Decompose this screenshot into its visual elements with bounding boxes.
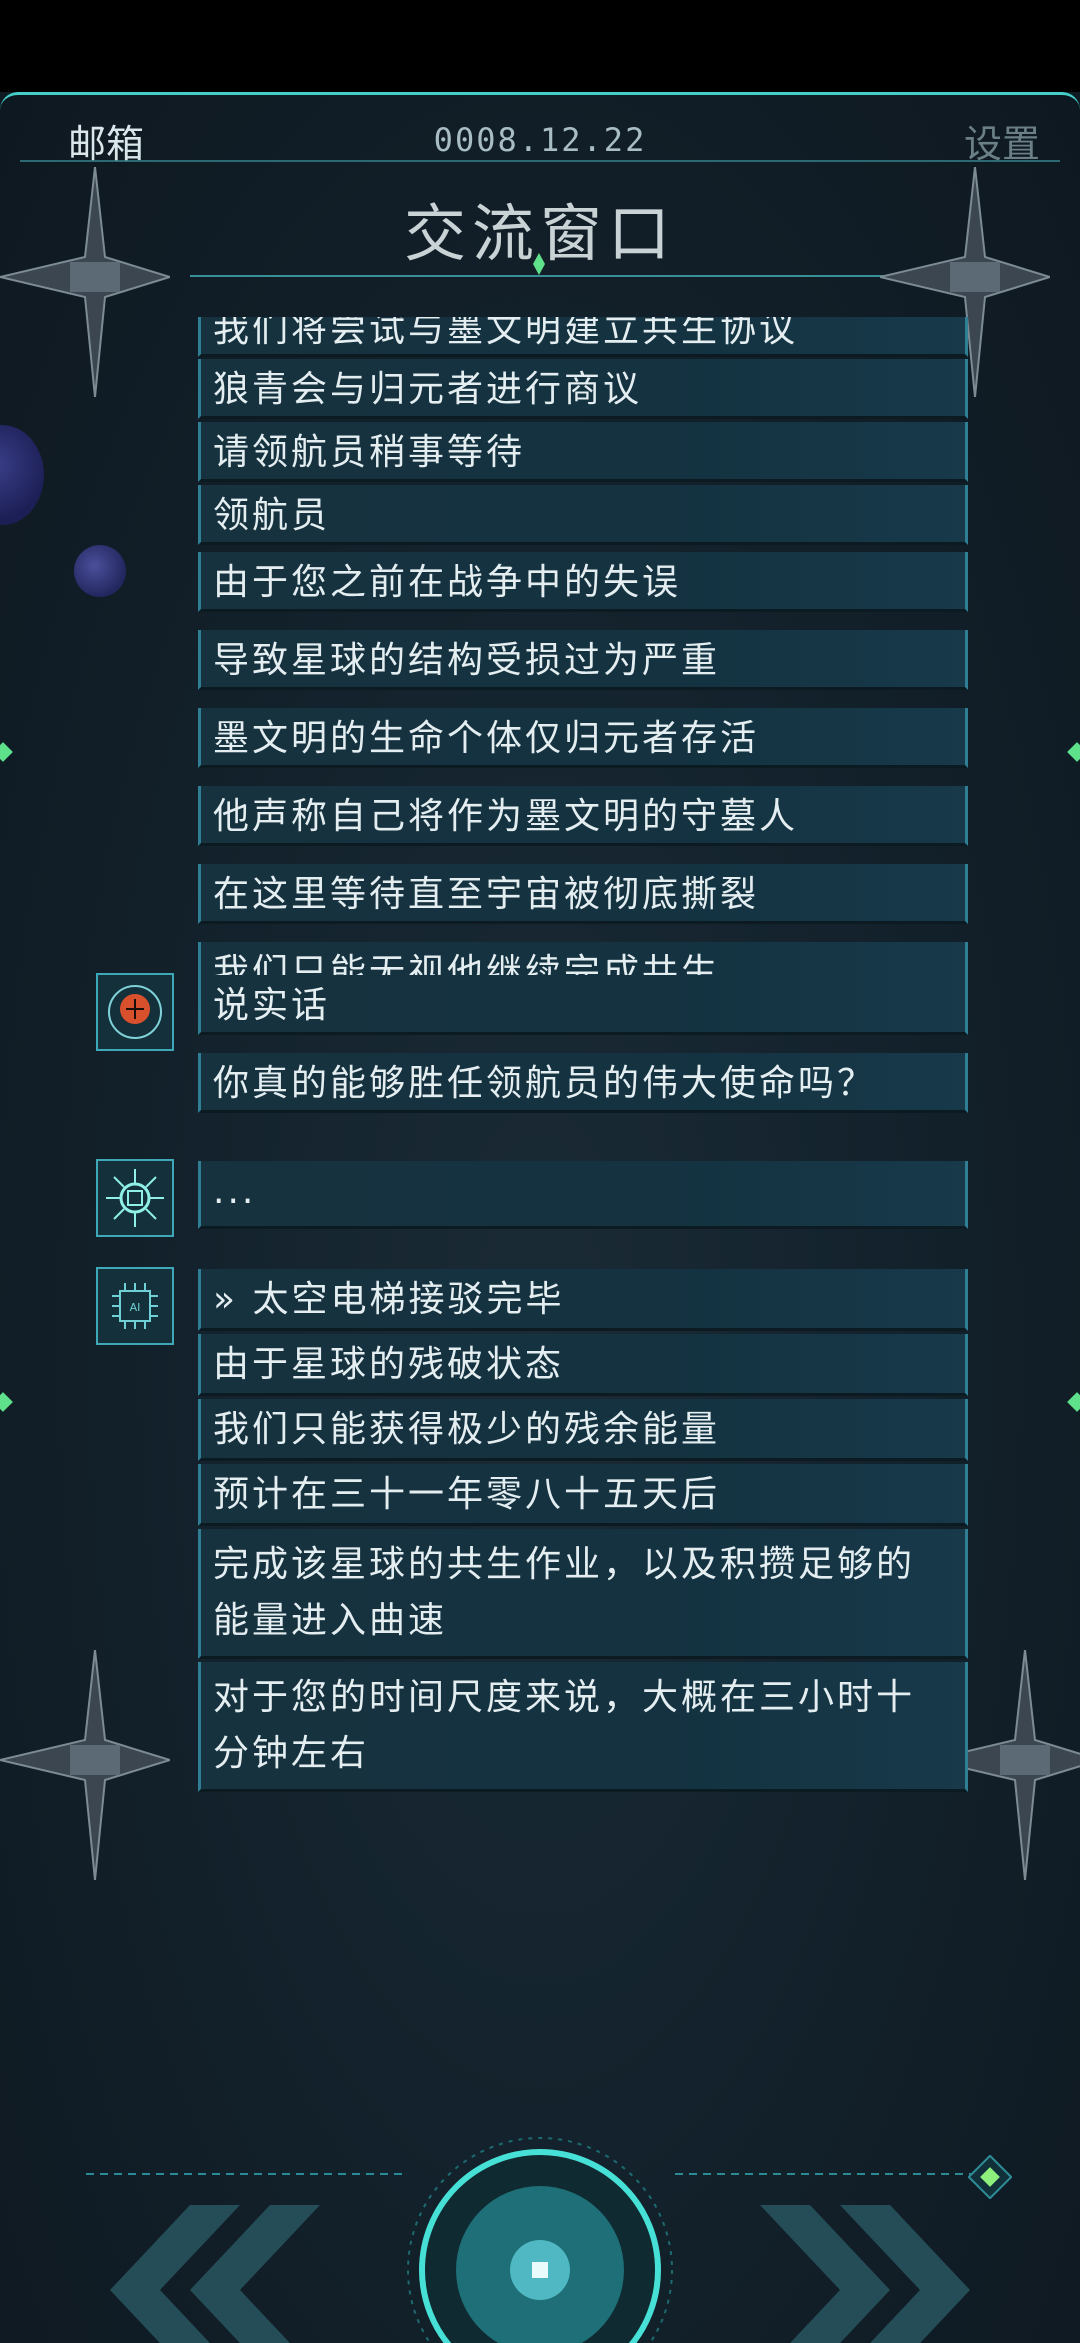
speaker-avatar xyxy=(96,973,174,1051)
chat-message: 狼青会与归元者进行商议 xyxy=(198,359,968,419)
svg-text:AI: AI xyxy=(130,1301,141,1314)
header-divider xyxy=(20,160,1060,162)
chat-message: 导致星球的结构受损过为严重 xyxy=(198,630,968,690)
chat-message: 对于您的时间尺度来说，大概在三小时十分钟左右 xyxy=(198,1662,968,1792)
chat-message: 我们将尝试与墨文明建立共生协议 xyxy=(198,317,968,357)
control-bar-line xyxy=(86,2173,406,2175)
chat-message: 由于星球的残破状态 xyxy=(198,1334,968,1396)
chip-icon xyxy=(106,1169,164,1227)
page-title: 交流窗口 xyxy=(403,197,676,270)
title-underline xyxy=(190,275,890,277)
chat-message: 墨文明的生命个体仅归元者存活 xyxy=(198,708,968,768)
chat-message: 请领航员稍事等待 xyxy=(198,422,968,482)
chat-message: 说实话 xyxy=(198,975,968,1035)
ai-chip-icon: AI xyxy=(112,1283,158,1329)
chat-message: 领航员 xyxy=(198,485,968,545)
settings-button[interactable]: 设置 xyxy=(964,113,1040,168)
chat-message: 他声称自己将作为墨文明的守墓人 xyxy=(198,786,968,846)
chat-message: 完成该星球的共生作业，以及积攒足够的能量进入曲速 xyxy=(198,1529,968,1659)
brain-icon xyxy=(108,985,162,1039)
chat-message: 你真的能够胜任领航员的伟大使命吗？ xyxy=(198,1053,968,1113)
chat-message: 在这里等待直至宇宙被彻底撕裂 xyxy=(198,864,968,924)
speaker-avatar xyxy=(96,1159,174,1237)
chat-message: 由于您之前在战争中的失误 xyxy=(198,552,968,612)
control-bar-line xyxy=(675,2173,975,2175)
game-window: 邮箱 0008.12.22 设置 交流窗口 我们将尝试与墨文明建立共生协议 狼青… xyxy=(0,92,1080,2343)
speaker-avatar: AI xyxy=(96,1267,174,1345)
mail-button[interactable]: 邮箱 xyxy=(68,113,144,168)
double-chevron-right-icon[interactable] xyxy=(760,2205,980,2343)
chat-message: » 太空电梯接驳完毕 xyxy=(198,1269,968,1331)
chat-message: 预计在三十一年零八十五天后 xyxy=(198,1464,968,1526)
status-bar xyxy=(0,0,1080,92)
double-chevron-left-icon[interactable] xyxy=(100,2205,320,2343)
chat-message: 我们只能获得极少的残余能量 xyxy=(198,1399,968,1461)
game-date: 0008.12.22 xyxy=(433,121,647,159)
green-gem-icon[interactable] xyxy=(968,2155,1012,2199)
center-orb-button-icon[interactable] xyxy=(405,2135,675,2343)
chat-message: ... xyxy=(198,1161,968,1229)
chat-log[interactable]: 我们将尝试与墨文明建立共生协议 狼青会与归元者进行商议 请领航员稍事等待 领航员… xyxy=(0,317,1080,2087)
